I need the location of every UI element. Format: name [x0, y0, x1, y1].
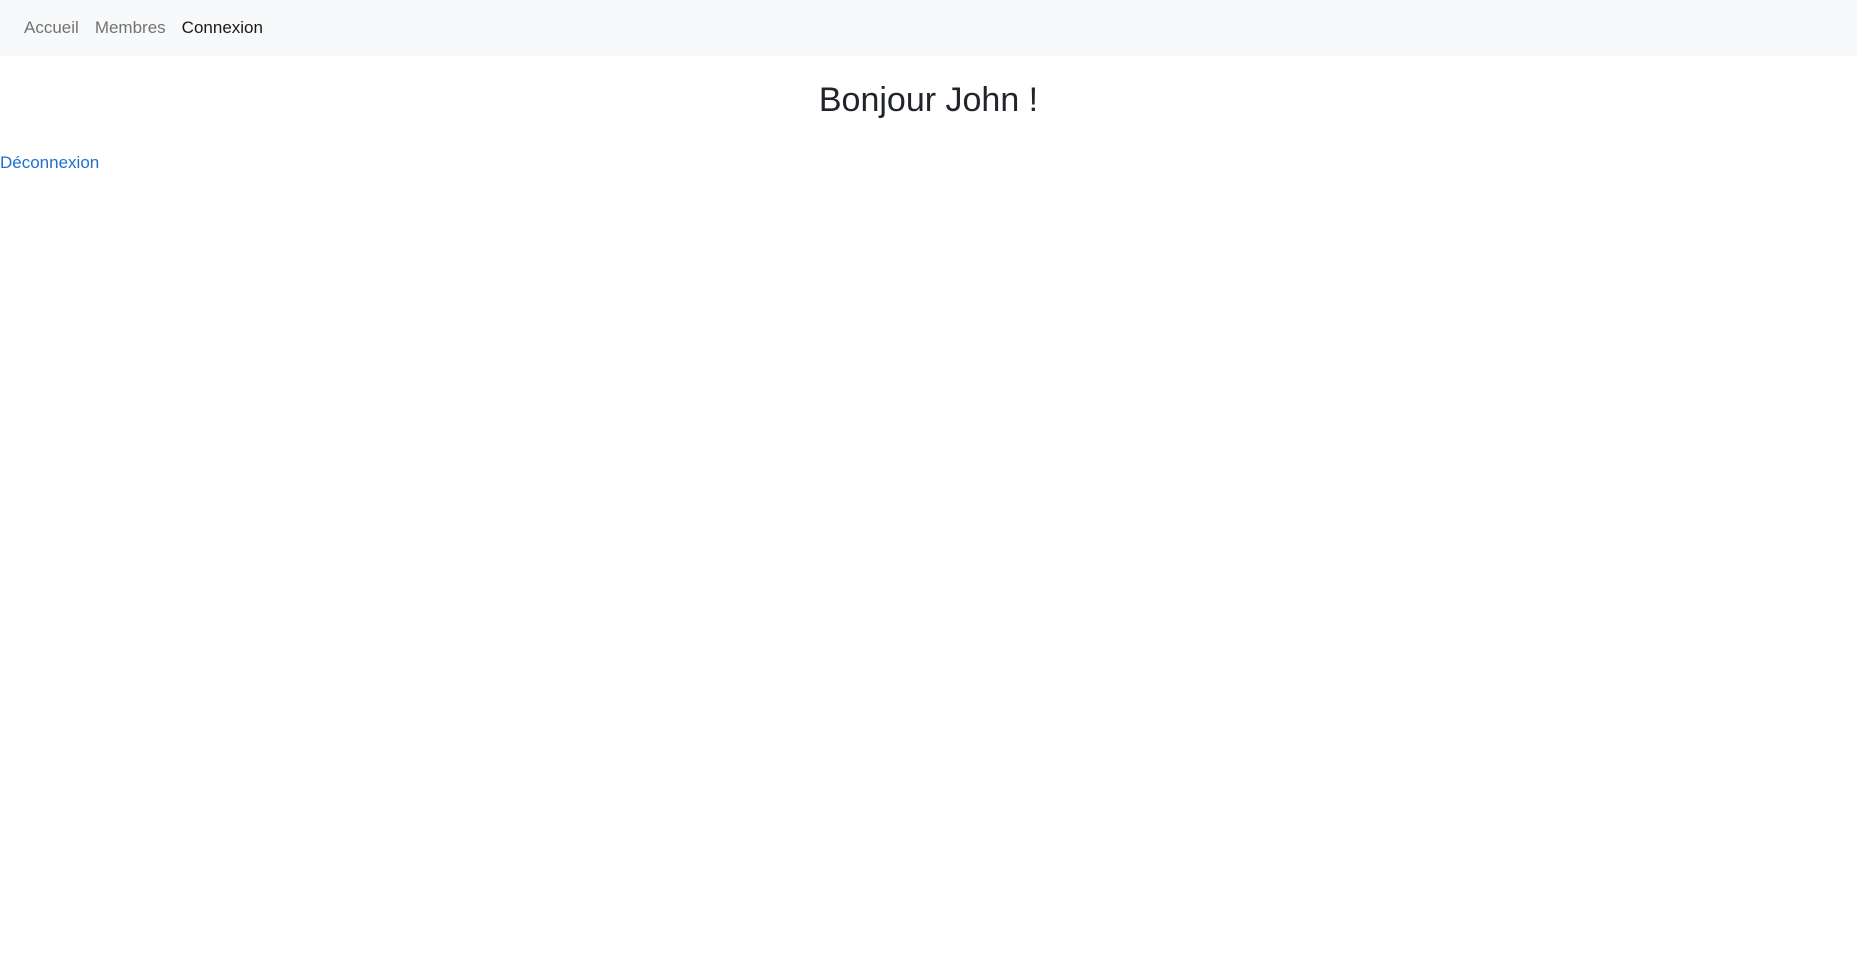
- nav-item-membres[interactable]: Membres: [95, 16, 166, 40]
- navbar: Accueil Membres Connexion: [0, 0, 1857, 56]
- nav-item-accueil[interactable]: Accueil: [24, 16, 79, 40]
- logout-link[interactable]: Déconnexion: [0, 151, 99, 175]
- nav-item-connexion[interactable]: Connexion: [182, 16, 263, 40]
- nav-links: Accueil Membres Connexion: [24, 0, 279, 56]
- page-title: Bonjour John !: [818, 81, 1039, 119]
